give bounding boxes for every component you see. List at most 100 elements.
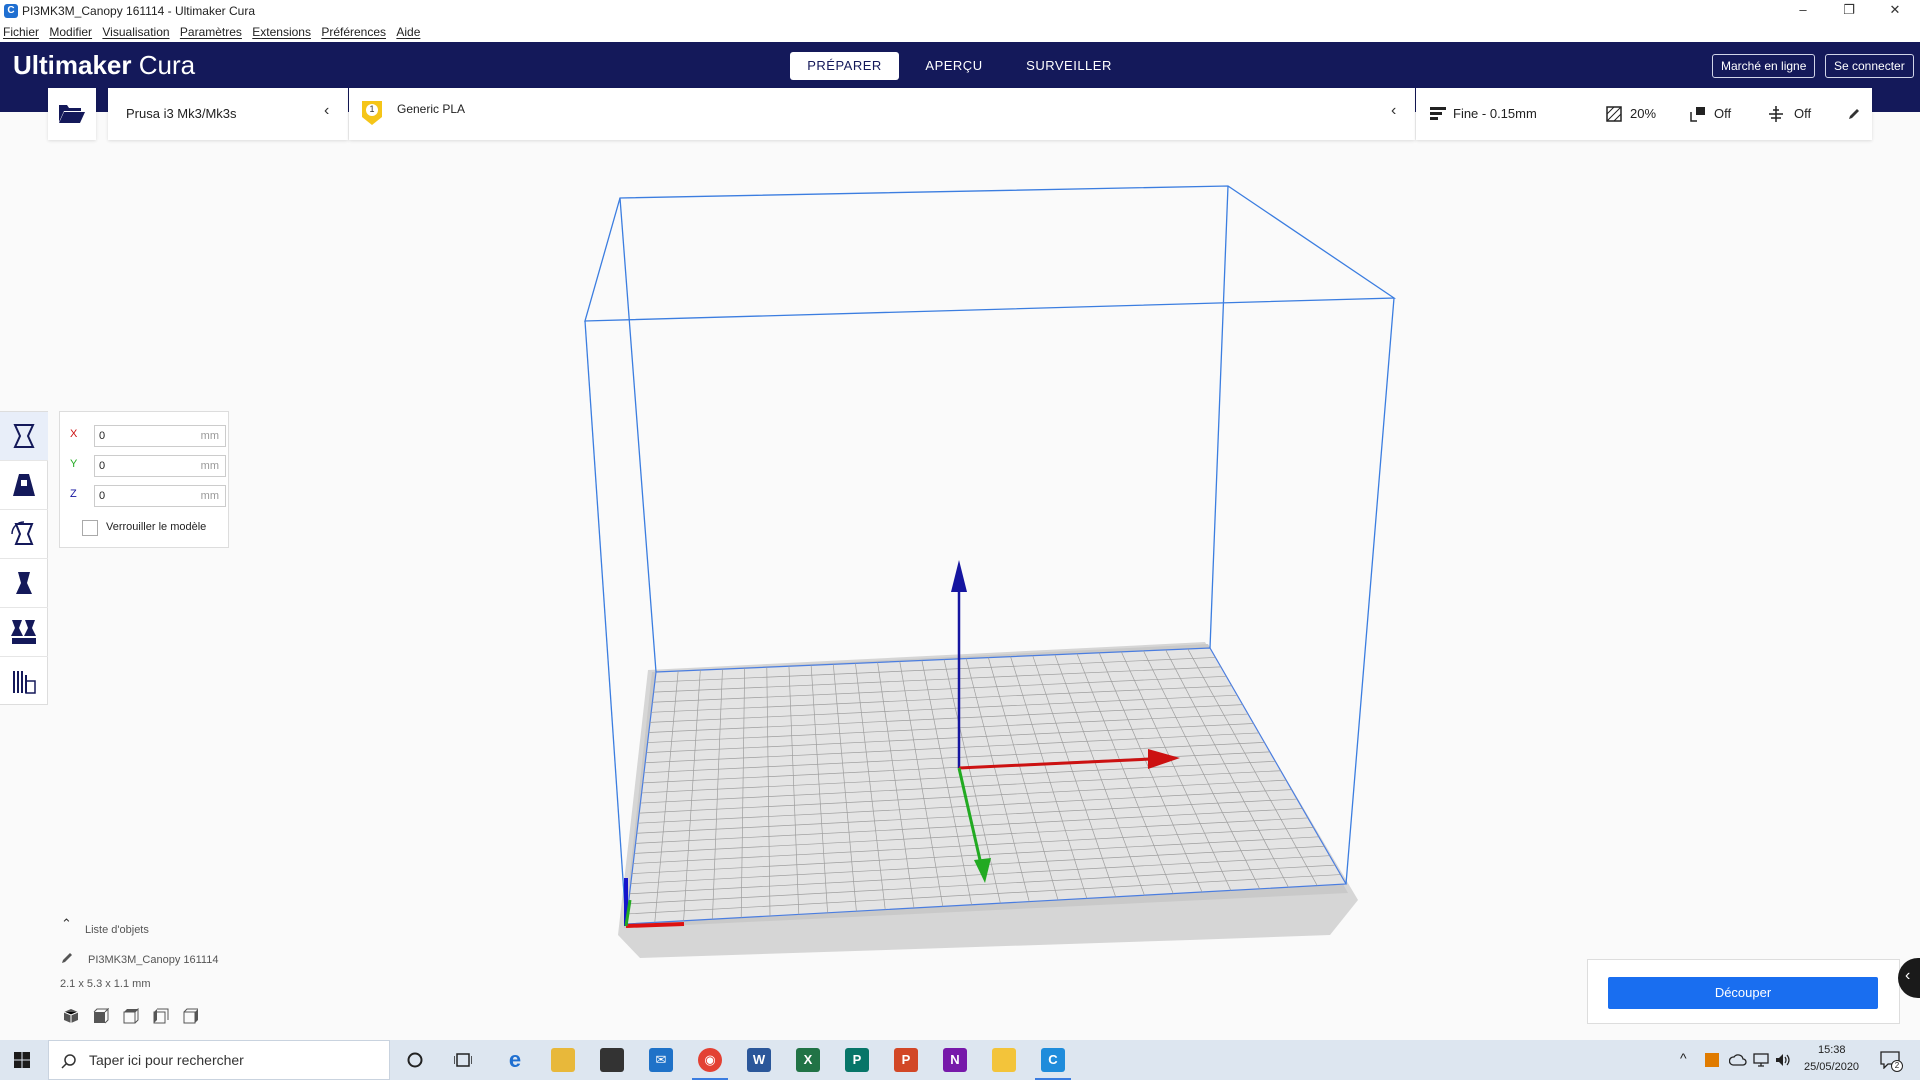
z-axis-label: Z bbox=[70, 488, 77, 500]
object-list-panel: ⌃ Liste d'objets PI3MK3M_Canopy 161114 2… bbox=[55, 916, 315, 1038]
taskbar-search-input[interactable]: Taper ici pour rechercher bbox=[48, 1040, 390, 1080]
excel-icon[interactable]: X bbox=[796, 1048, 820, 1072]
menu-preferences[interactable]: Préférences bbox=[321, 22, 386, 42]
powerpoint-icon[interactable]: P bbox=[894, 1048, 918, 1072]
lock-model-label: Verrouiller le modèle bbox=[106, 521, 207, 533]
clock-time[interactable]: 15:38 bbox=[1818, 1044, 1846, 1056]
tab-apercu[interactable]: APERÇU bbox=[906, 52, 1002, 80]
right-view-icon[interactable] bbox=[183, 1008, 199, 1024]
support-blocker-icon bbox=[13, 670, 36, 694]
x-axis-label: X bbox=[70, 428, 78, 440]
minimize-button[interactable]: – bbox=[1780, 0, 1826, 22]
restore-button[interactable]: ❐ bbox=[1826, 0, 1872, 22]
support-blocker-button[interactable] bbox=[0, 657, 48, 706]
window-title-bar: C PI3MK3M_Canopy 161114 - Ultimaker Cura… bbox=[0, 0, 1920, 22]
menu-aide[interactable]: Aide bbox=[396, 22, 420, 42]
chevron-left-icon: ‹ bbox=[1391, 102, 1397, 119]
windows-start-icon[interactable] bbox=[14, 1052, 30, 1068]
move-tool-button[interactable] bbox=[0, 412, 48, 461]
chevron-up-icon[interactable]: ^ bbox=[1680, 1050, 1687, 1066]
support-icon bbox=[1690, 107, 1705, 122]
notification-count-badge: 2 bbox=[1891, 1060, 1903, 1072]
menu-modifier[interactable]: Modifier bbox=[49, 22, 92, 42]
open-file-button[interactable] bbox=[48, 88, 96, 140]
sign-in-button[interactable]: Se connecter bbox=[1825, 54, 1914, 78]
build-plate-surface bbox=[625, 647, 1348, 925]
infill-value: 20% bbox=[1630, 106, 1657, 121]
edge-icon[interactable]: e bbox=[503, 1048, 527, 1072]
move-tool-panel: X 0 mm Y 0 mm Z 0 mm Verrouiller le modè… bbox=[59, 411, 229, 548]
store-icon[interactable] bbox=[600, 1048, 624, 1072]
network-icon[interactable] bbox=[1753, 1053, 1769, 1067]
menu-extensions[interactable]: Extensions bbox=[252, 22, 311, 42]
weather-app-icon[interactable] bbox=[992, 1048, 1016, 1072]
menu-bar: Fichier Modifier Visualisation Paramètre… bbox=[0, 22, 1920, 42]
y-position-input[interactable]: 0 mm bbox=[94, 455, 226, 477]
profile-icon bbox=[1430, 107, 1446, 120]
print-settings-selector[interactable]: Fine - 0.15mm 20% Off Off bbox=[1416, 88, 1872, 140]
task-view-icon[interactable] bbox=[454, 1052, 472, 1068]
mail-icon[interactable]: ✉ bbox=[649, 1048, 673, 1072]
z-unit: mm bbox=[200, 490, 219, 502]
onenote-icon[interactable]: N bbox=[943, 1048, 967, 1072]
build-plate-viewport[interactable] bbox=[0, 140, 1920, 1040]
adhesion-icon bbox=[1769, 106, 1783, 122]
logo-product: Cura bbox=[138, 50, 196, 80]
tray-app-icon[interactable] bbox=[1705, 1053, 1719, 1067]
material-selector[interactable]: 1 Generic PLA ‹ bbox=[349, 88, 1415, 140]
search-icon bbox=[61, 1054, 76, 1069]
menu-parametres[interactable]: Paramètres bbox=[180, 22, 242, 42]
pencil-icon[interactable] bbox=[61, 952, 73, 964]
3d-view-icon[interactable] bbox=[63, 1008, 79, 1024]
tab-surveiller[interactable]: SURVEILLER bbox=[1015, 52, 1123, 80]
menu-fichier[interactable]: Fichier bbox=[3, 22, 39, 42]
x-position-input[interactable]: 0 mm bbox=[94, 425, 226, 447]
y-position-value: 0 bbox=[99, 460, 106, 472]
y-axis-label: Y bbox=[70, 458, 78, 470]
ultimaker-cura-logo: Ultimaker Cura bbox=[13, 50, 195, 81]
z-axis-arrow[interactable] bbox=[951, 560, 967, 592]
z-position-input[interactable]: 0 mm bbox=[94, 485, 226, 507]
cortana-icon[interactable] bbox=[407, 1052, 423, 1068]
top-view-icon[interactable] bbox=[123, 1008, 139, 1024]
object-list-header[interactable]: Liste d'objets bbox=[85, 924, 149, 936]
x-position-value: 0 bbox=[99, 430, 106, 442]
toolbar-row: Prusa i3 Mk3/Mk3s ‹ 1 Generic PLA ‹ Fine… bbox=[0, 88, 1920, 140]
lock-model-checkbox[interactable] bbox=[82, 520, 98, 536]
menu-visualisation[interactable]: Visualisation bbox=[102, 22, 169, 42]
search-placeholder: Taper ici pour rechercher bbox=[89, 1052, 244, 1068]
marketplace-button[interactable]: Marché en ligne bbox=[1712, 54, 1816, 78]
profile-name: Fine - 0.15mm bbox=[1453, 106, 1537, 121]
tab-preparer[interactable]: PRÉPARER bbox=[790, 52, 899, 80]
object-name: PI3MK3M_Canopy 161114 bbox=[88, 954, 219, 966]
mirror-tool-button[interactable] bbox=[0, 559, 48, 608]
cura-taskbar-icon[interactable]: C bbox=[1041, 1048, 1065, 1072]
chrome-icon[interactable]: ◉ bbox=[698, 1048, 722, 1072]
move-tool-icon bbox=[13, 424, 35, 448]
z-position-value: 0 bbox=[99, 490, 106, 502]
clock-date[interactable]: 25/05/2020 bbox=[1804, 1061, 1859, 1073]
x-unit: mm bbox=[200, 430, 219, 442]
word-icon[interactable]: W bbox=[747, 1048, 771, 1072]
mirror-tool-icon bbox=[16, 572, 32, 594]
windows-taskbar: Taper ici pour rechercher e ✉ ◉ W X P P … bbox=[0, 1040, 1920, 1080]
file-explorer-icon[interactable] bbox=[551, 1048, 575, 1072]
close-button[interactable]: ✕ bbox=[1872, 0, 1918, 22]
chevron-left-icon: ‹ bbox=[324, 102, 330, 119]
scale-tool-button[interactable] bbox=[0, 461, 48, 510]
front-view-icon[interactable] bbox=[93, 1008, 109, 1024]
object-dimensions: 2.1 x 5.3 x 1.1 mm bbox=[60, 978, 151, 990]
printer-selector[interactable]: Prusa i3 Mk3/Mk3s ‹ bbox=[108, 88, 348, 140]
slice-button[interactable]: Découper bbox=[1608, 977, 1878, 1009]
chevron-up-icon[interactable]: ⌃ bbox=[61, 916, 72, 932]
rotate-tool-button[interactable] bbox=[0, 510, 48, 559]
adhesion-value: Off bbox=[1794, 106, 1812, 121]
publisher-icon[interactable]: P bbox=[845, 1048, 869, 1072]
infill-icon bbox=[1606, 106, 1622, 122]
per-model-settings-button[interactable] bbox=[0, 608, 48, 657]
support-value: Off bbox=[1714, 106, 1732, 121]
left-view-icon[interactable] bbox=[153, 1008, 169, 1024]
slice-panel: Découper bbox=[1587, 959, 1900, 1024]
onedrive-icon[interactable] bbox=[1729, 1054, 1747, 1066]
volume-icon[interactable] bbox=[1775, 1052, 1791, 1068]
